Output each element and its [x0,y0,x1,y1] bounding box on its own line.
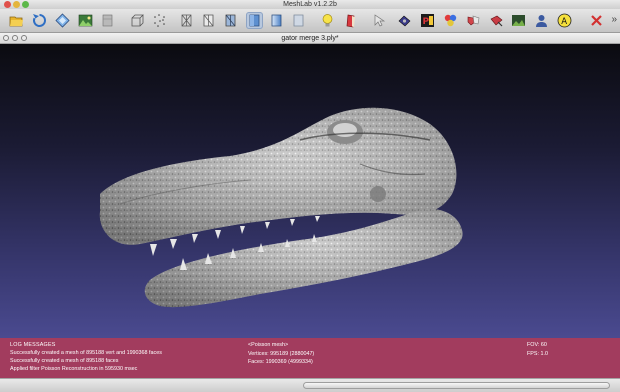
raster-layer-button[interactable] [99,12,116,29]
color-button[interactable] [442,12,459,29]
flat-lines-icon [225,14,236,27]
bounding-box-icon [131,14,144,27]
paint-icon: P [421,14,434,27]
snapshot-button[interactable] [77,12,94,29]
backface-icon [346,14,355,28]
wireframe-button[interactable] [178,12,195,29]
reset-trackball-button[interactable] [54,12,71,29]
svg-text:A: A [561,17,567,27]
snapshot-icon [78,14,93,27]
log-line: Applied filter Poisson Reconstruction in… [10,366,138,372]
points-icon [154,14,165,27]
alligator-skull-mesh [99,107,463,308]
meshlab-window: MeshLab v1.2.2b P A » gator merge 3.ply*… [0,0,620,392]
svg-text:P: P [423,17,430,27]
delete-icon [591,15,602,26]
log-line: Successfully created a mesh of 895188 ve… [10,350,162,356]
texture-button[interactable] [290,12,307,29]
bounding-box-button[interactable] [129,12,146,29]
flat-shading-icon [249,14,260,27]
smooth-shading-button[interactable] [268,12,285,29]
wireframe-icon [181,14,192,27]
align-button[interactable] [465,12,482,29]
align-icon [467,15,480,26]
render-info: FOV: 60 FPS: 1.0 [527,341,548,358]
hidden-lines-button[interactable] [200,12,217,29]
annotate-button[interactable]: A [556,12,573,29]
texture-icon [293,14,304,27]
open-button[interactable] [8,12,25,29]
info-panel: LOG MESSAGES Successfully created a mesh… [0,338,620,378]
reload-button[interactable] [31,12,48,29]
backface-button[interactable] [343,12,360,29]
edit-tool-button[interactable] [396,12,413,29]
log-line: Successfully created a mesh of 895188 fa… [10,358,119,364]
mesh-name: <Poisson mesh> [248,342,289,348]
progress-bar [303,382,610,389]
log-messages: LOG MESSAGES Successfully created a mesh… [10,341,162,373]
landscape-button[interactable] [510,12,527,29]
flat-lines-button[interactable] [222,12,239,29]
hidden-lines-icon [203,14,214,27]
3d-viewport[interactable] [0,44,620,338]
face-count: Faces: 1990369 (4999334) [248,359,313,365]
document-header: gator merge 3.ply* [0,33,620,44]
lighting-button[interactable] [319,12,336,29]
select-icon [374,14,386,27]
app-title: MeshLab v1.2.2b [283,1,337,8]
fps-readout: FPS: 1.0 [527,350,548,357]
title-bar: MeshLab v1.2.2b [0,0,620,9]
document-title: gator merge 3.ply* [281,35,339,42]
select-button[interactable] [370,12,387,29]
measure-icon [490,15,503,27]
status-bar [0,378,620,392]
raster-layer-icon [102,14,113,27]
log-title: LOG MESSAGES [10,342,56,348]
flat-shading-button[interactable] [246,12,263,29]
open-folder-icon [9,16,23,27]
edit-tool-icon [398,15,411,27]
vertex-count: Vertices: 995189 (2880047) [248,350,315,357]
lighting-icon [322,14,333,27]
toolbar-overflow-button[interactable]: » [611,15,617,25]
reset-trackball-icon [55,13,70,28]
delete-button[interactable] [588,12,605,29]
paint-button[interactable]: P [419,12,436,29]
annotate-icon: A [557,13,572,28]
sculpt-icon [536,15,547,27]
reload-icon [33,14,46,27]
landscape-icon [512,15,525,26]
fov-readout: FOV: 60 [527,342,547,348]
sculpt-button[interactable] [533,12,550,29]
smooth-shading-icon [271,14,282,27]
toolbar: P A » [0,9,620,33]
mesh-info: <Poisson mesh> Vertices: 995189 (2880047… [248,341,314,367]
color-icon [444,14,457,27]
points-button[interactable] [151,12,168,29]
measure-button[interactable] [488,12,505,29]
